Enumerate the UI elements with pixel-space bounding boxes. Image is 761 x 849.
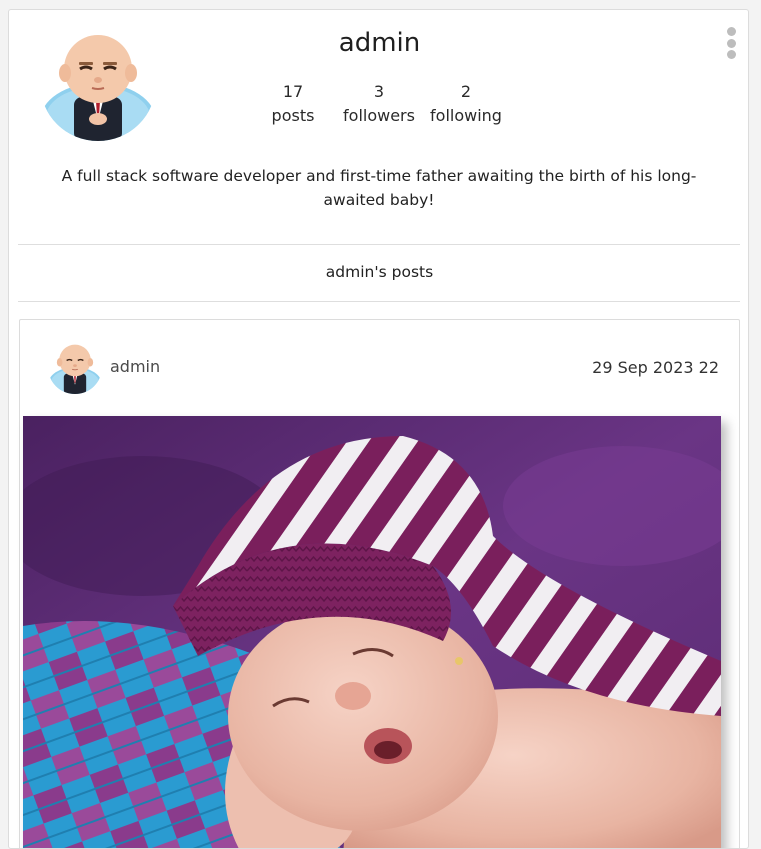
profile-card: admin 17 posts 3 followers 2 following A… bbox=[8, 9, 749, 849]
divider bbox=[18, 244, 740, 245]
stat-following-label: following bbox=[430, 106, 502, 125]
stat-followers[interactable]: 3 followers bbox=[339, 80, 419, 128]
sleeping-baby-photo bbox=[23, 416, 721, 848]
menu-dot bbox=[726, 50, 736, 59]
profile-bio: A full stack software developer and firs… bbox=[61, 167, 697, 209]
post-date: 29 Sep 2023 22 bbox=[592, 358, 719, 377]
post-author-avatar[interactable] bbox=[48, 340, 102, 394]
stat-following-count: 2 bbox=[460, 82, 472, 101]
menu-dot bbox=[726, 38, 736, 48]
divider bbox=[18, 301, 740, 302]
posts-section-title: admin's posts bbox=[325, 263, 434, 281]
post-image[interactable] bbox=[23, 416, 721, 848]
profile-username: admin bbox=[338, 28, 421, 58]
post-card[interactable]: admin 29 Sep 2023 22 bbox=[19, 319, 740, 848]
more-options-icon[interactable] bbox=[721, 27, 741, 59]
stat-posts-label: posts bbox=[271, 106, 315, 125]
stat-followers-count: 3 bbox=[373, 82, 385, 101]
stat-posts-count: 17 bbox=[282, 82, 304, 101]
boss-baby-avatar-image bbox=[48, 340, 102, 394]
stat-followers-label: followers bbox=[343, 106, 415, 125]
stat-posts[interactable]: 17 posts bbox=[263, 80, 323, 128]
stat-following[interactable]: 2 following bbox=[428, 80, 504, 128]
menu-dot bbox=[726, 27, 736, 36]
post-author-name[interactable]: admin bbox=[110, 357, 160, 376]
